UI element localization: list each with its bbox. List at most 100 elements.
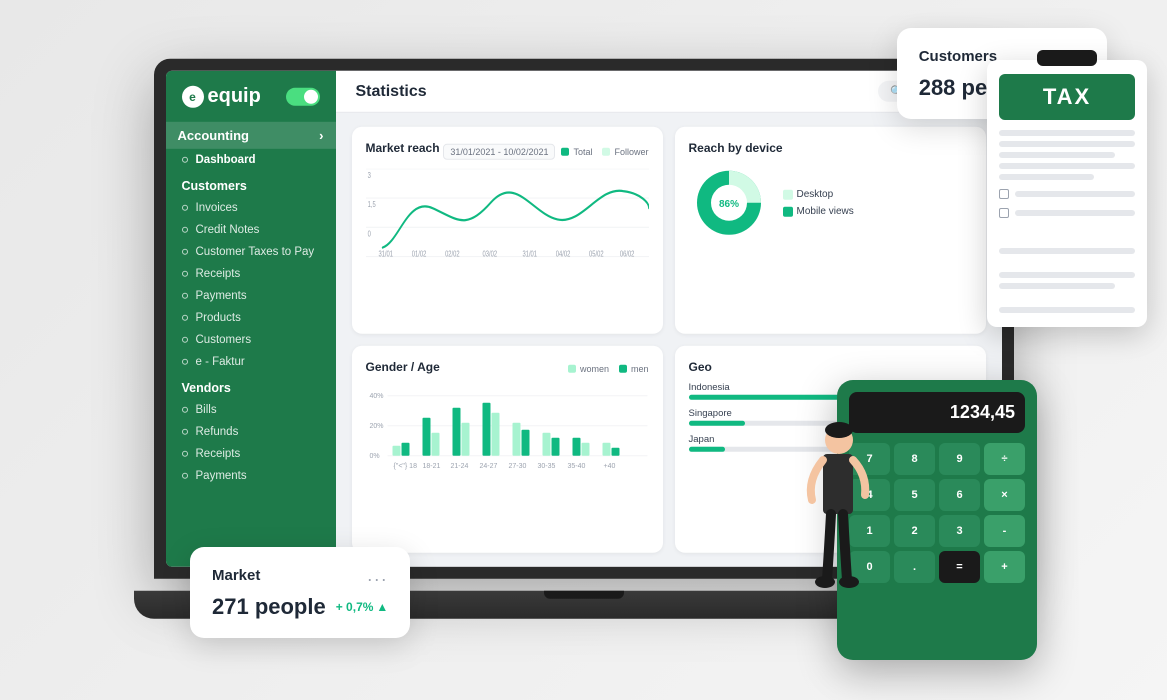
calc-btn-5[interactable]: 5 <box>894 479 935 511</box>
calc-btn-eq[interactable]: = <box>939 551 980 583</box>
sidebar-dot <box>182 293 188 299</box>
tax-checkbox-line <box>1015 191 1135 197</box>
svg-text:31/01: 31/01 <box>522 251 537 259</box>
sidebar-dot <box>182 271 188 277</box>
sidebar-accounting-section[interactable]: Accounting › <box>166 122 336 149</box>
sidebar-dot <box>182 407 188 413</box>
geo-bar-japan <box>689 447 726 452</box>
legend-women: women <box>568 364 609 374</box>
tax-label: TAX <box>1009 84 1125 110</box>
svg-text:31/01: 31/01 <box>378 251 393 259</box>
float-market-value: 271 people + 0,7% ▲ <box>212 594 388 620</box>
market-reach-card: Market reach 31/01/2021 - 10/02/2021 Tot… <box>352 127 663 334</box>
sidebar-dot <box>182 451 188 457</box>
app-logo: e equip <box>182 85 261 108</box>
svg-text:24-27: 24-27 <box>479 463 497 470</box>
tax-line <box>999 248 1135 254</box>
float-customers-title: Customers <box>919 48 997 65</box>
sidebar-item-receipts[interactable]: Receipts <box>166 263 336 285</box>
tax-line <box>999 163 1135 169</box>
float-market-title: Market <box>212 567 260 584</box>
sidebar-item-customer-taxes[interactable]: Customer Taxes to Pay <box>166 241 336 263</box>
calc-btn-2[interactable]: 2 <box>894 515 935 547</box>
reach-by-device-card: Reach by device 86% <box>675 127 986 334</box>
sidebar-dot <box>182 315 188 321</box>
sidebar-dot <box>182 205 188 211</box>
reach-by-device-title: Reach by device <box>689 141 972 155</box>
svg-text:27-30: 27-30 <box>508 463 526 470</box>
gender-age-title: Gender / Age <box>366 360 440 374</box>
sidebar-dot <box>182 249 188 255</box>
legend-men: men <box>619 364 649 374</box>
clipboard-body: TAX <box>987 60 1147 327</box>
svg-text:03/02: 03/02 <box>482 251 497 259</box>
chart-legend: Total Follower <box>561 147 648 157</box>
gender-legend: women men <box>568 364 649 374</box>
svg-text:01/02: 01/02 <box>411 251 426 259</box>
svg-text:18-21: 18-21 <box>422 463 440 470</box>
sidebar-item-credit-notes[interactable]: Credit Notes <box>166 219 336 241</box>
donut-chart: 86% <box>689 163 769 243</box>
sidebar-item-refunds[interactable]: Refunds <box>166 421 336 443</box>
calc-btn-6[interactable]: 6 <box>939 479 980 511</box>
sidebar-item-dashboard[interactable]: Dashboard <box>166 149 336 171</box>
sidebar-dot <box>182 473 188 479</box>
tax-line <box>999 174 1094 180</box>
tax-checkbox-row <box>999 189 1135 199</box>
tax-line <box>999 141 1135 147</box>
calc-btn-dot[interactable]: . <box>894 551 935 583</box>
sidebar-item-invoices[interactable]: Invoices <box>166 197 336 219</box>
men-dot <box>619 365 627 373</box>
float-market-dots[interactable]: ... <box>367 565 388 586</box>
tax-line <box>999 152 1115 158</box>
market-reach-chart: 3 1,5 0 31/01 01/02 02/02 03/02 31/01 <box>366 169 649 259</box>
date-range[interactable]: 31/01/2021 - 10/02/2021 <box>443 144 555 160</box>
gender-age-card: Gender / Age women men <box>352 346 663 553</box>
float-market-badge: + 0,7% ▲ <box>336 600 389 614</box>
page-title: Statistics <box>356 82 427 100</box>
sidebar-item-customers[interactable]: Customers <box>166 329 336 351</box>
tax-checkbox-2 <box>999 208 1009 218</box>
sidebar-dot <box>182 157 188 163</box>
calc-btn-add[interactable]: + <box>984 551 1025 583</box>
sidebar-item-payments[interactable]: Payments <box>166 285 336 307</box>
calc-btn-div[interactable]: ÷ <box>984 443 1025 475</box>
svg-text:0%: 0% <box>369 453 379 460</box>
svg-text:02/02: 02/02 <box>445 251 460 259</box>
sidebar-item-efaktur[interactable]: e - Faktur <box>166 351 336 373</box>
calc-btn-3[interactable]: 3 <box>939 515 980 547</box>
calc-btn-8[interactable]: 8 <box>894 443 935 475</box>
sidebar: e equip Accounting › Dashboard <box>166 71 336 567</box>
float-market-header: Market ... <box>212 565 388 586</box>
tax-lines <box>999 130 1135 313</box>
sidebar-toggle[interactable] <box>286 87 320 105</box>
legend-mobile: Mobile views <box>783 206 854 217</box>
person-illustration <box>787 420 887 640</box>
sidebar-item-bills[interactable]: Bills <box>166 399 336 421</box>
sidebar-customers-category: Customers <box>166 171 336 197</box>
svg-text:1,5: 1,5 <box>367 201 375 209</box>
svg-text:86%: 86% <box>718 199 738 210</box>
geo-title: Geo <box>689 360 972 374</box>
tax-checkbox-line-2 <box>1015 210 1135 216</box>
calc-btn-9[interactable]: 9 <box>939 443 980 475</box>
geo-bar-singapore <box>689 421 746 426</box>
sidebar-dot <box>182 227 188 233</box>
sidebar-item-vendor-receipts[interactable]: Receipts <box>166 443 336 465</box>
tax-clipboard: TAX <box>987 50 1147 327</box>
device-legend: Desktop Mobile views <box>783 189 854 217</box>
calc-btn-sub[interactable]: - <box>984 515 1025 547</box>
logo-icon: e <box>182 85 204 107</box>
calc-btn-mul[interactable]: × <box>984 479 1025 511</box>
clipboard-clip <box>1037 50 1097 66</box>
legend-follower-dot <box>602 148 610 156</box>
gender-age-header: Gender / Age women men <box>366 360 649 382</box>
tax-line <box>999 307 1135 313</box>
tax-line <box>999 283 1115 289</box>
spacer <box>999 294 1135 302</box>
sidebar-item-vendor-payments[interactable]: Payments <box>166 465 336 487</box>
sidebar-item-products[interactable]: Products <box>166 307 336 329</box>
tax-line <box>999 272 1135 278</box>
svg-text:05/02: 05/02 <box>589 251 604 259</box>
desktop-dot <box>783 189 793 199</box>
